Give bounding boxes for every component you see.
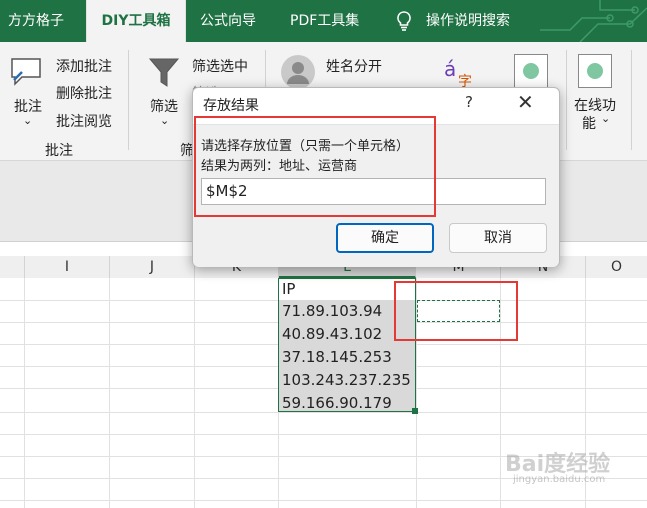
annotate-group-label: 批注	[45, 143, 73, 159]
view-comments-button[interactable]: 批注阅览	[56, 111, 112, 131]
group-separator	[631, 50, 632, 150]
cell-l4[interactable]: 37.18.145.253	[282, 348, 392, 366]
tab-formula-wizard[interactable]: 公式向导	[200, 0, 256, 42]
col-line	[109, 278, 110, 508]
toggle-square-icon[interactable]	[514, 54, 548, 88]
delete-comment-button[interactable]: 删除批注	[56, 83, 112, 103]
online-feature-label-line2[interactable]: 能	[582, 113, 596, 133]
highlight-box-m2	[394, 281, 518, 341]
column-header-i[interactable]: I	[25, 256, 110, 278]
chevron-down-icon[interactable]: ⌄	[601, 112, 610, 125]
help-icon[interactable]: ?	[465, 93, 473, 111]
group-separator	[128, 50, 129, 150]
ok-button[interactable]: 确定	[336, 223, 434, 253]
cell-l5[interactable]: 103.243.237.235	[282, 371, 411, 389]
chevron-down-icon[interactable]: ⌄	[160, 114, 169, 127]
group-separator	[566, 50, 567, 150]
tab-fangfang[interactable]: 方方格子	[8, 0, 64, 42]
column-header-o[interactable]: O	[586, 256, 647, 278]
filter-icon	[148, 56, 180, 94]
circuit-pattern	[540, 0, 647, 43]
row-header-corner	[0, 256, 25, 278]
lightbulb-icon	[396, 11, 412, 35]
watermark-url: jingyan.baidu.com	[513, 474, 606, 485]
add-comment-button[interactable]: 添加批注	[56, 56, 112, 76]
col-line	[194, 278, 195, 508]
row-line	[0, 500, 647, 501]
fill-handle[interactable]	[412, 408, 418, 414]
row-line	[0, 434, 647, 435]
cancel-button[interactable]: 取消	[449, 223, 547, 253]
ribbon-tab-bar: 方方格子 DIY工具箱 公式向导 PDF工具集 操作说明搜索	[0, 0, 647, 43]
annotate-big-button[interactable]: 批注	[14, 96, 42, 116]
tab-search-help[interactable]: 操作说明搜索	[426, 0, 510, 42]
cell-l6[interactable]: 59.166.90.179	[282, 394, 392, 412]
col-line	[24, 278, 25, 508]
chevron-down-icon[interactable]: ⌄	[23, 114, 32, 127]
tab-diy-toolbox[interactable]: DIY工具箱	[86, 0, 186, 42]
filter-big-button[interactable]: 筛选	[150, 96, 178, 116]
cell-l3[interactable]: 40.89.43.102	[282, 325, 382, 343]
online-feature-icon	[578, 54, 612, 88]
column-header-j[interactable]: J	[110, 256, 195, 278]
tab-pdf-tools[interactable]: PDF工具集	[290, 0, 359, 42]
dialog-title: 存放结果	[203, 98, 259, 114]
cell-l2[interactable]: 71.89.103.94	[282, 302, 382, 320]
comment-icon	[8, 56, 44, 92]
cell-l1-header[interactable]: IP	[282, 280, 295, 298]
close-icon[interactable]: ✕	[517, 90, 534, 114]
svg-text:á: á	[444, 57, 456, 81]
name-split-button[interactable]: 姓名分开	[326, 56, 382, 76]
row-line	[0, 412, 647, 413]
highlight-box-dialog	[194, 116, 436, 217]
filter-selected-button[interactable]: 筛选选中	[192, 56, 248, 76]
